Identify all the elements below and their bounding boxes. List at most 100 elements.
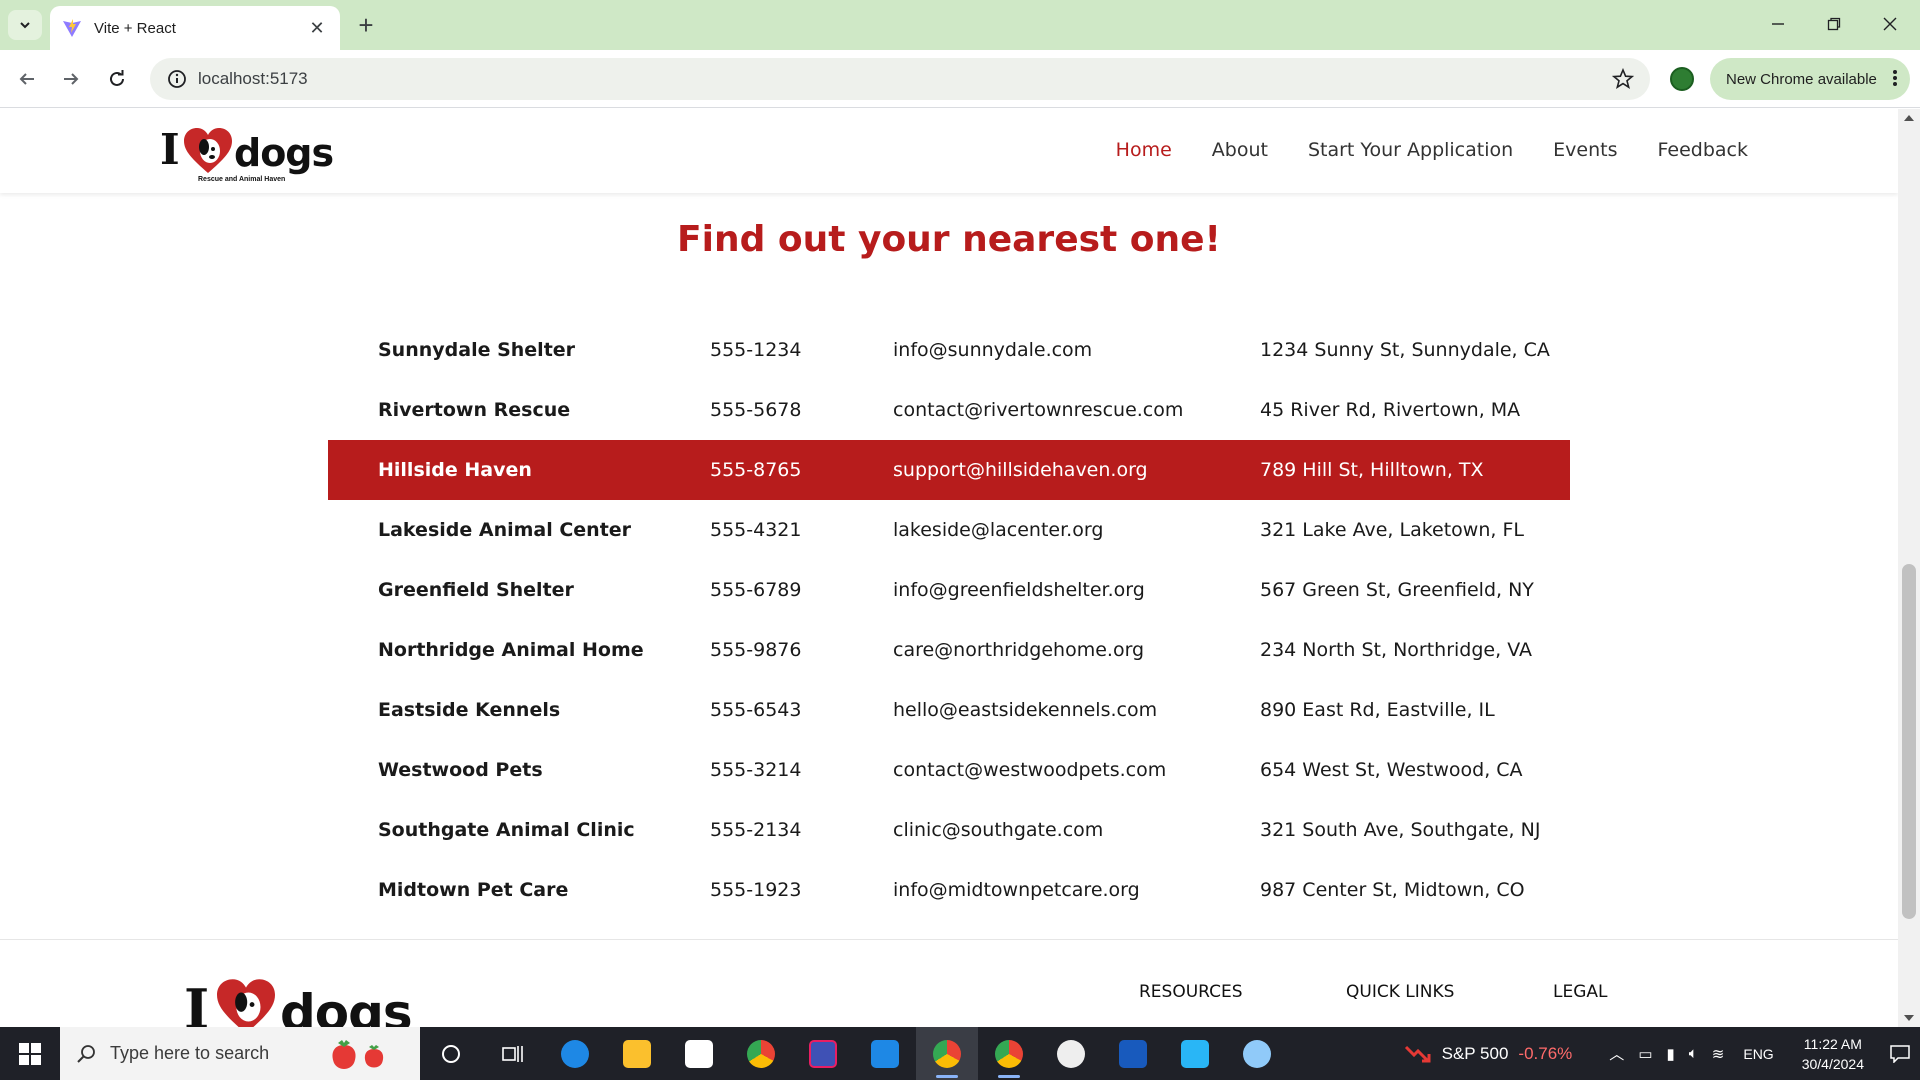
profile-avatar[interactable]: [1670, 67, 1694, 91]
battery-icon[interactable]: ▮: [1667, 1045, 1675, 1063]
close-window-button[interactable]: [1870, 10, 1910, 38]
bookmark-star-icon[interactable]: [1611, 67, 1635, 95]
stock-down-icon: [1404, 1045, 1431, 1062]
taskbar-store[interactable]: [668, 1027, 730, 1080]
footer-heading-resources: RESOURCES: [1139, 982, 1243, 1002]
page-scrollbar[interactable]: [1898, 109, 1920, 1027]
table-row[interactable]: Southgate Animal Clinic 555-2134 clinic@…: [328, 800, 1570, 860]
panda-app-icon: [1057, 1039, 1085, 1068]
taskbar-intellij[interactable]: [792, 1027, 854, 1080]
taskbar-photos[interactable]: [1164, 1027, 1226, 1080]
browser-tab[interactable]: Vite + React ✕: [50, 6, 340, 50]
shelter-email: clinic@southgate.com: [893, 819, 1104, 841]
notification-center-button[interactable]: [1880, 1044, 1920, 1063]
shelter-email: info@midtownpetcare.org: [893, 879, 1140, 901]
site-info-icon[interactable]: [156, 69, 198, 89]
stock-widget[interactable]: S&P 500 -0.76%: [1404, 1041, 1572, 1067]
photos-icon: [1181, 1039, 1209, 1068]
chrome-update-label: New Chrome available: [1726, 70, 1877, 88]
arrow-left-icon: [19, 73, 34, 85]
tab-close-icon[interactable]: ✕: [306, 18, 328, 39]
shelter-phone: 555-2134: [710, 819, 802, 841]
shelter-name: Midtown Pet Care: [378, 879, 569, 901]
scroll-up-icon[interactable]: [1904, 115, 1914, 121]
more-vert-icon[interactable]: [1892, 68, 1898, 92]
shelter-address: 890 East Rd, Eastville, IL: [1260, 699, 1495, 721]
cortana-button[interactable]: [420, 1027, 482, 1080]
taskbar-app-panda[interactable]: [1040, 1027, 1102, 1080]
close-icon: [1883, 17, 1897, 31]
forward-button[interactable]: [56, 64, 86, 94]
language-indicator[interactable]: ENG: [1743, 1046, 1773, 1062]
nav-about[interactable]: About: [1212, 139, 1268, 161]
restore-button[interactable]: [1814, 10, 1854, 38]
task-view-button[interactable]: [482, 1027, 544, 1080]
table-row[interactable]: Midtown Pet Care 555-1923 info@midtownpe…: [328, 860, 1570, 920]
table-row[interactable]: Rivertown Rescue 555-5678 contact@rivert…: [328, 380, 1570, 440]
reload-icon: [110, 70, 124, 86]
folder-icon: [623, 1039, 651, 1068]
new-tab-button[interactable]: +: [352, 12, 380, 40]
shelter-name: Hillside Haven: [378, 459, 532, 481]
chevron-down-icon: [20, 22, 30, 29]
shelter-address: 654 West St, Westwood, CA: [1260, 759, 1523, 781]
logo-word-dogs: dogs: [280, 984, 413, 1027]
nav-start-application[interactable]: Start Your Application: [1308, 139, 1513, 161]
search-icon: [77, 1044, 95, 1063]
taskbar-vscode[interactable]: [854, 1027, 916, 1080]
word-icon: [1119, 1039, 1147, 1068]
site-logo[interactable]: I dogs Rescue and Animal Haven: [160, 125, 335, 183]
scroll-down-icon[interactable]: [1904, 1015, 1914, 1021]
nav-home[interactable]: Home: [1116, 139, 1172, 161]
footer-logo[interactable]: I dogs: [184, 976, 414, 1027]
taskbar-file-explorer[interactable]: [606, 1027, 668, 1080]
taskbar-chrome-profile[interactable]: [978, 1027, 1040, 1080]
vscode-icon: [871, 1039, 899, 1068]
site-footer: I dogs RESOURCES QUICK LINKS LEGAL: [0, 939, 1898, 1027]
restore-icon: [1827, 17, 1841, 31]
table-row[interactable]: Greenfield Shelter 555-6789 info@greenfi…: [328, 560, 1570, 620]
shelter-phone: 555-1234: [710, 339, 802, 361]
nav-events[interactable]: Events: [1553, 139, 1617, 161]
table-row[interactable]: Lakeside Animal Center 555-4321 lakeside…: [328, 500, 1570, 560]
taskbar-word[interactable]: [1102, 1027, 1164, 1080]
volume-icon[interactable]: 🔈︎: [1689, 1045, 1698, 1062]
scrollbar-thumb[interactable]: [1902, 564, 1916, 919]
store-icon: [685, 1039, 713, 1068]
minimize-icon: [1772, 23, 1784, 25]
shelter-address: 45 River Rd, Rivertown, MA: [1260, 399, 1521, 421]
taskbar-search-input[interactable]: Type here to search: [60, 1027, 420, 1080]
system-tray: S&P 500 -0.76% ︿ ▭ ▮ 🔈︎ ≋ ENG 11:22 AM 3…: [1404, 1027, 1920, 1080]
address-bar[interactable]: localhost:5173: [150, 58, 1650, 100]
back-button[interactable]: [12, 64, 42, 94]
shelter-address: 321 South Ave, Southgate, NJ: [1260, 819, 1541, 841]
taskbar-paint[interactable]: [1226, 1027, 1288, 1080]
shelter-phone: 555-6543: [710, 699, 802, 721]
start-button[interactable]: [0, 1027, 60, 1080]
table-row[interactable]: Westwood Pets 555-3214 contact@westwoodp…: [328, 740, 1570, 800]
table-row-highlighted[interactable]: Hillside Haven 555-8765 support@hillside…: [328, 440, 1570, 500]
nav-feedback[interactable]: Feedback: [1658, 139, 1748, 161]
taskbar-chrome-active[interactable]: [916, 1027, 978, 1080]
shelter-phone: 555-5678: [710, 399, 802, 421]
table-row[interactable]: Northridge Animal Home 555-9876 care@nor…: [328, 620, 1570, 680]
strawberry-icon: [332, 1040, 384, 1069]
chevron-up-icon[interactable]: ︿: [1609, 1043, 1624, 1064]
shelter-email: info@greenfieldshelter.org: [893, 579, 1145, 601]
minimize-button[interactable]: [1758, 10, 1798, 38]
system-clock[interactable]: 11:22 AM 30/4/2024: [1802, 1034, 1864, 1074]
shelter-name: Sunnydale Shelter: [378, 339, 576, 361]
wifi-icon[interactable]: ≋: [1712, 1045, 1725, 1063]
windows-taskbar: Type here to search S&P 500 -0.76% ︿ ▭ ▮…: [0, 1027, 1920, 1080]
meet-now-icon[interactable]: ▭: [1638, 1045, 1652, 1063]
taskbar-chrome[interactable]: [730, 1027, 792, 1080]
logo-letter-i: I: [160, 125, 180, 174]
tab-search-button[interactable]: [8, 10, 42, 40]
table-row[interactable]: Eastside Kennels 555-6543 hello@eastside…: [328, 680, 1570, 740]
logo-tagline: Rescue and Animal Haven: [198, 176, 286, 183]
reload-button[interactable]: [102, 64, 132, 94]
taskbar-edge[interactable]: [544, 1027, 606, 1080]
shelter-name: Greenfield Shelter: [378, 579, 574, 601]
chrome-update-button[interactable]: New Chrome available: [1710, 58, 1910, 100]
table-row[interactable]: Sunnydale Shelter 555-1234 info@sunnydal…: [328, 320, 1570, 380]
